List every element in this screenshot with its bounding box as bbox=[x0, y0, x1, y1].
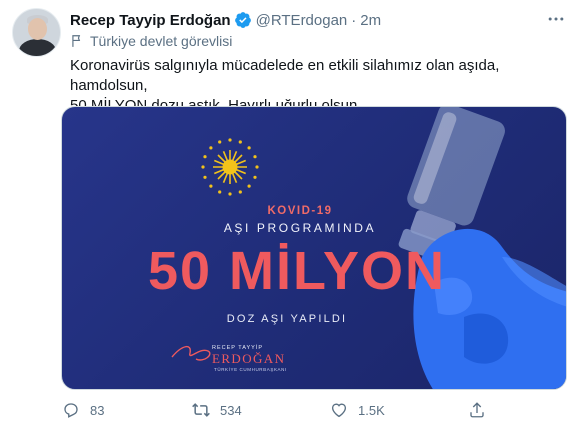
presidential-emblem-icon bbox=[201, 138, 259, 196]
media-subline: DOZ AŞI YAPILDI bbox=[226, 313, 348, 325]
more-options-icon[interactable] bbox=[544, 7, 568, 31]
timestamp[interactable]: 2m bbox=[360, 12, 381, 29]
media-kovid-text: KOVID-19 bbox=[267, 205, 333, 217]
account-label-text: Türkiye devlet görevlisi bbox=[90, 33, 233, 49]
author-handle[interactable]: @RTErdogan bbox=[256, 12, 348, 29]
media-headline: 50 MİLYON bbox=[147, 241, 447, 301]
retweet-count: 534 bbox=[220, 402, 242, 418]
retweet-button[interactable]: 534 bbox=[191, 398, 242, 422]
tweet-card[interactable]: Recep Tayyip Erdoğan @RTErdogan · 2m Tür… bbox=[0, 0, 580, 429]
tweet-media-image[interactable]: KOVID-19 AŞI PROGRAMINDA 50 MİLYON DOZ A… bbox=[61, 106, 567, 390]
retweet-icon bbox=[191, 400, 211, 420]
avatar[interactable] bbox=[12, 8, 61, 57]
signature-flourish bbox=[171, 346, 211, 361]
signature-sub: TÜRKİYE CUMHURBAŞKANI bbox=[214, 367, 287, 372]
like-count: 1.5K bbox=[358, 402, 385, 418]
like-button[interactable]: 1.5K bbox=[329, 398, 385, 422]
account-label[interactable]: Türkiye devlet görevlisi bbox=[70, 33, 232, 49]
like-icon bbox=[329, 400, 349, 420]
reply-icon bbox=[61, 400, 81, 420]
author-name[interactable]: Recep Tayyip Erdoğan bbox=[70, 12, 231, 29]
share-icon bbox=[467, 400, 487, 420]
verified-badge-icon bbox=[234, 11, 252, 29]
flag-icon bbox=[70, 34, 84, 48]
tweet-actions: 83 534 1.5K bbox=[61, 398, 501, 422]
tweet-text-line: Koronavirüs salgınıyla mücadelede en etk… bbox=[70, 57, 500, 94]
separator-dot: · bbox=[351, 11, 357, 29]
tweet-header: Recep Tayyip Erdoğan @RTErdogan · 2m bbox=[70, 10, 381, 30]
reply-count: 83 bbox=[90, 402, 105, 418]
share-button[interactable] bbox=[467, 398, 496, 422]
reply-button[interactable]: 83 bbox=[61, 398, 104, 422]
media-program-text: AŞI PROGRAMINDA bbox=[223, 221, 377, 235]
signature-name: ERDOĞAN bbox=[212, 351, 286, 366]
